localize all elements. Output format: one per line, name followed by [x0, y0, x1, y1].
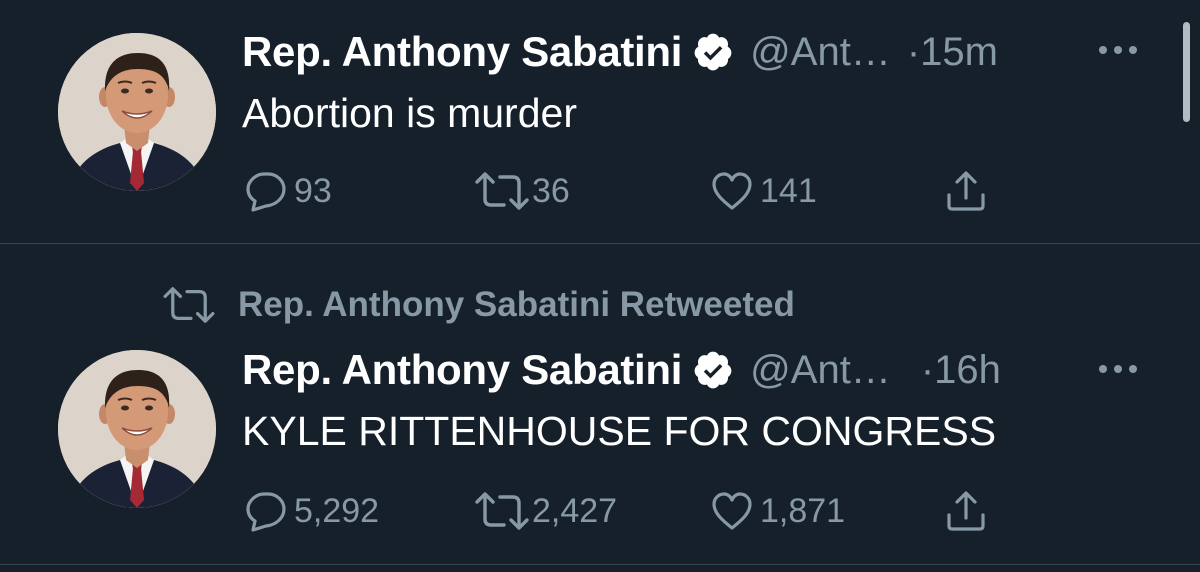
timestamp[interactable]: 16h	[934, 348, 1001, 393]
retweet-button[interactable]: 36	[474, 166, 570, 216]
tweet-divider	[0, 564, 1200, 565]
retweet-count: 36	[532, 171, 570, 210]
reply-button[interactable]: 93	[244, 166, 332, 216]
share-upload-icon	[944, 489, 988, 533]
like-button[interactable]: 141	[710, 166, 817, 216]
verified-badge-icon	[692, 349, 734, 391]
tweet-header: Rep. Anthony Sabatini @Ant… · 15m	[242, 26, 998, 78]
share-button[interactable]	[944, 166, 988, 216]
separator-dot: ·	[920, 347, 935, 392]
share-button[interactable]	[944, 486, 988, 536]
avatar[interactable]	[58, 350, 216, 508]
retweet-arrows-icon	[162, 284, 216, 326]
reply-count: 93	[294, 171, 332, 210]
display-name[interactable]: Rep. Anthony Sabatini	[242, 346, 682, 394]
reply-button[interactable]: 5,292	[244, 486, 379, 536]
avatar-photo	[58, 33, 216, 191]
display-name[interactable]: Rep. Anthony Sabatini	[242, 28, 682, 76]
tweet-text: KYLE RITTENHOUSE FOR CONGRESS	[242, 408, 997, 454]
retweet-count: 2,427	[532, 491, 618, 530]
reply-bubble-icon	[244, 169, 288, 213]
more-dots-icon[interactable]	[1098, 44, 1138, 56]
timestamp[interactable]: 15m	[920, 30, 998, 75]
tweet-divider	[0, 243, 1200, 244]
retweet-button[interactable]: 2,427	[474, 486, 617, 536]
share-upload-icon	[944, 169, 988, 213]
user-handle[interactable]: @Ant…	[750, 348, 891, 393]
avatar-photo	[58, 350, 216, 508]
tweet-text: Abortion is murder	[242, 90, 577, 136]
retweeted-by-label: Rep. Anthony Sabatini Retweeted	[238, 285, 795, 324]
retweet-arrows-icon	[474, 489, 530, 533]
like-count: 141	[760, 171, 817, 210]
verified-badge-icon	[692, 31, 734, 73]
heart-icon	[710, 169, 754, 213]
avatar[interactable]	[58, 33, 216, 191]
user-handle[interactable]: @Ant…	[750, 30, 891, 75]
separator-dot: ·	[906, 29, 921, 74]
like-button[interactable]: 1,871	[710, 486, 845, 536]
tweet-header: Rep. Anthony Sabatini @Ant… · 16h	[242, 344, 1001, 396]
reply-count: 5,292	[294, 491, 380, 530]
like-count: 1,871	[760, 491, 846, 530]
retweeted-indicator[interactable]: Rep. Anthony Sabatini Retweeted	[162, 280, 795, 330]
tweet-1[interactable]: Rep. Anthony Sabatini @Ant… · 15m Aborti…	[0, 0, 1200, 243]
retweet-arrows-icon	[474, 169, 530, 213]
heart-icon	[710, 489, 754, 533]
scrollbar[interactable]	[1183, 22, 1190, 122]
more-dots-icon[interactable]	[1098, 363, 1138, 375]
reply-bubble-icon	[244, 489, 288, 533]
